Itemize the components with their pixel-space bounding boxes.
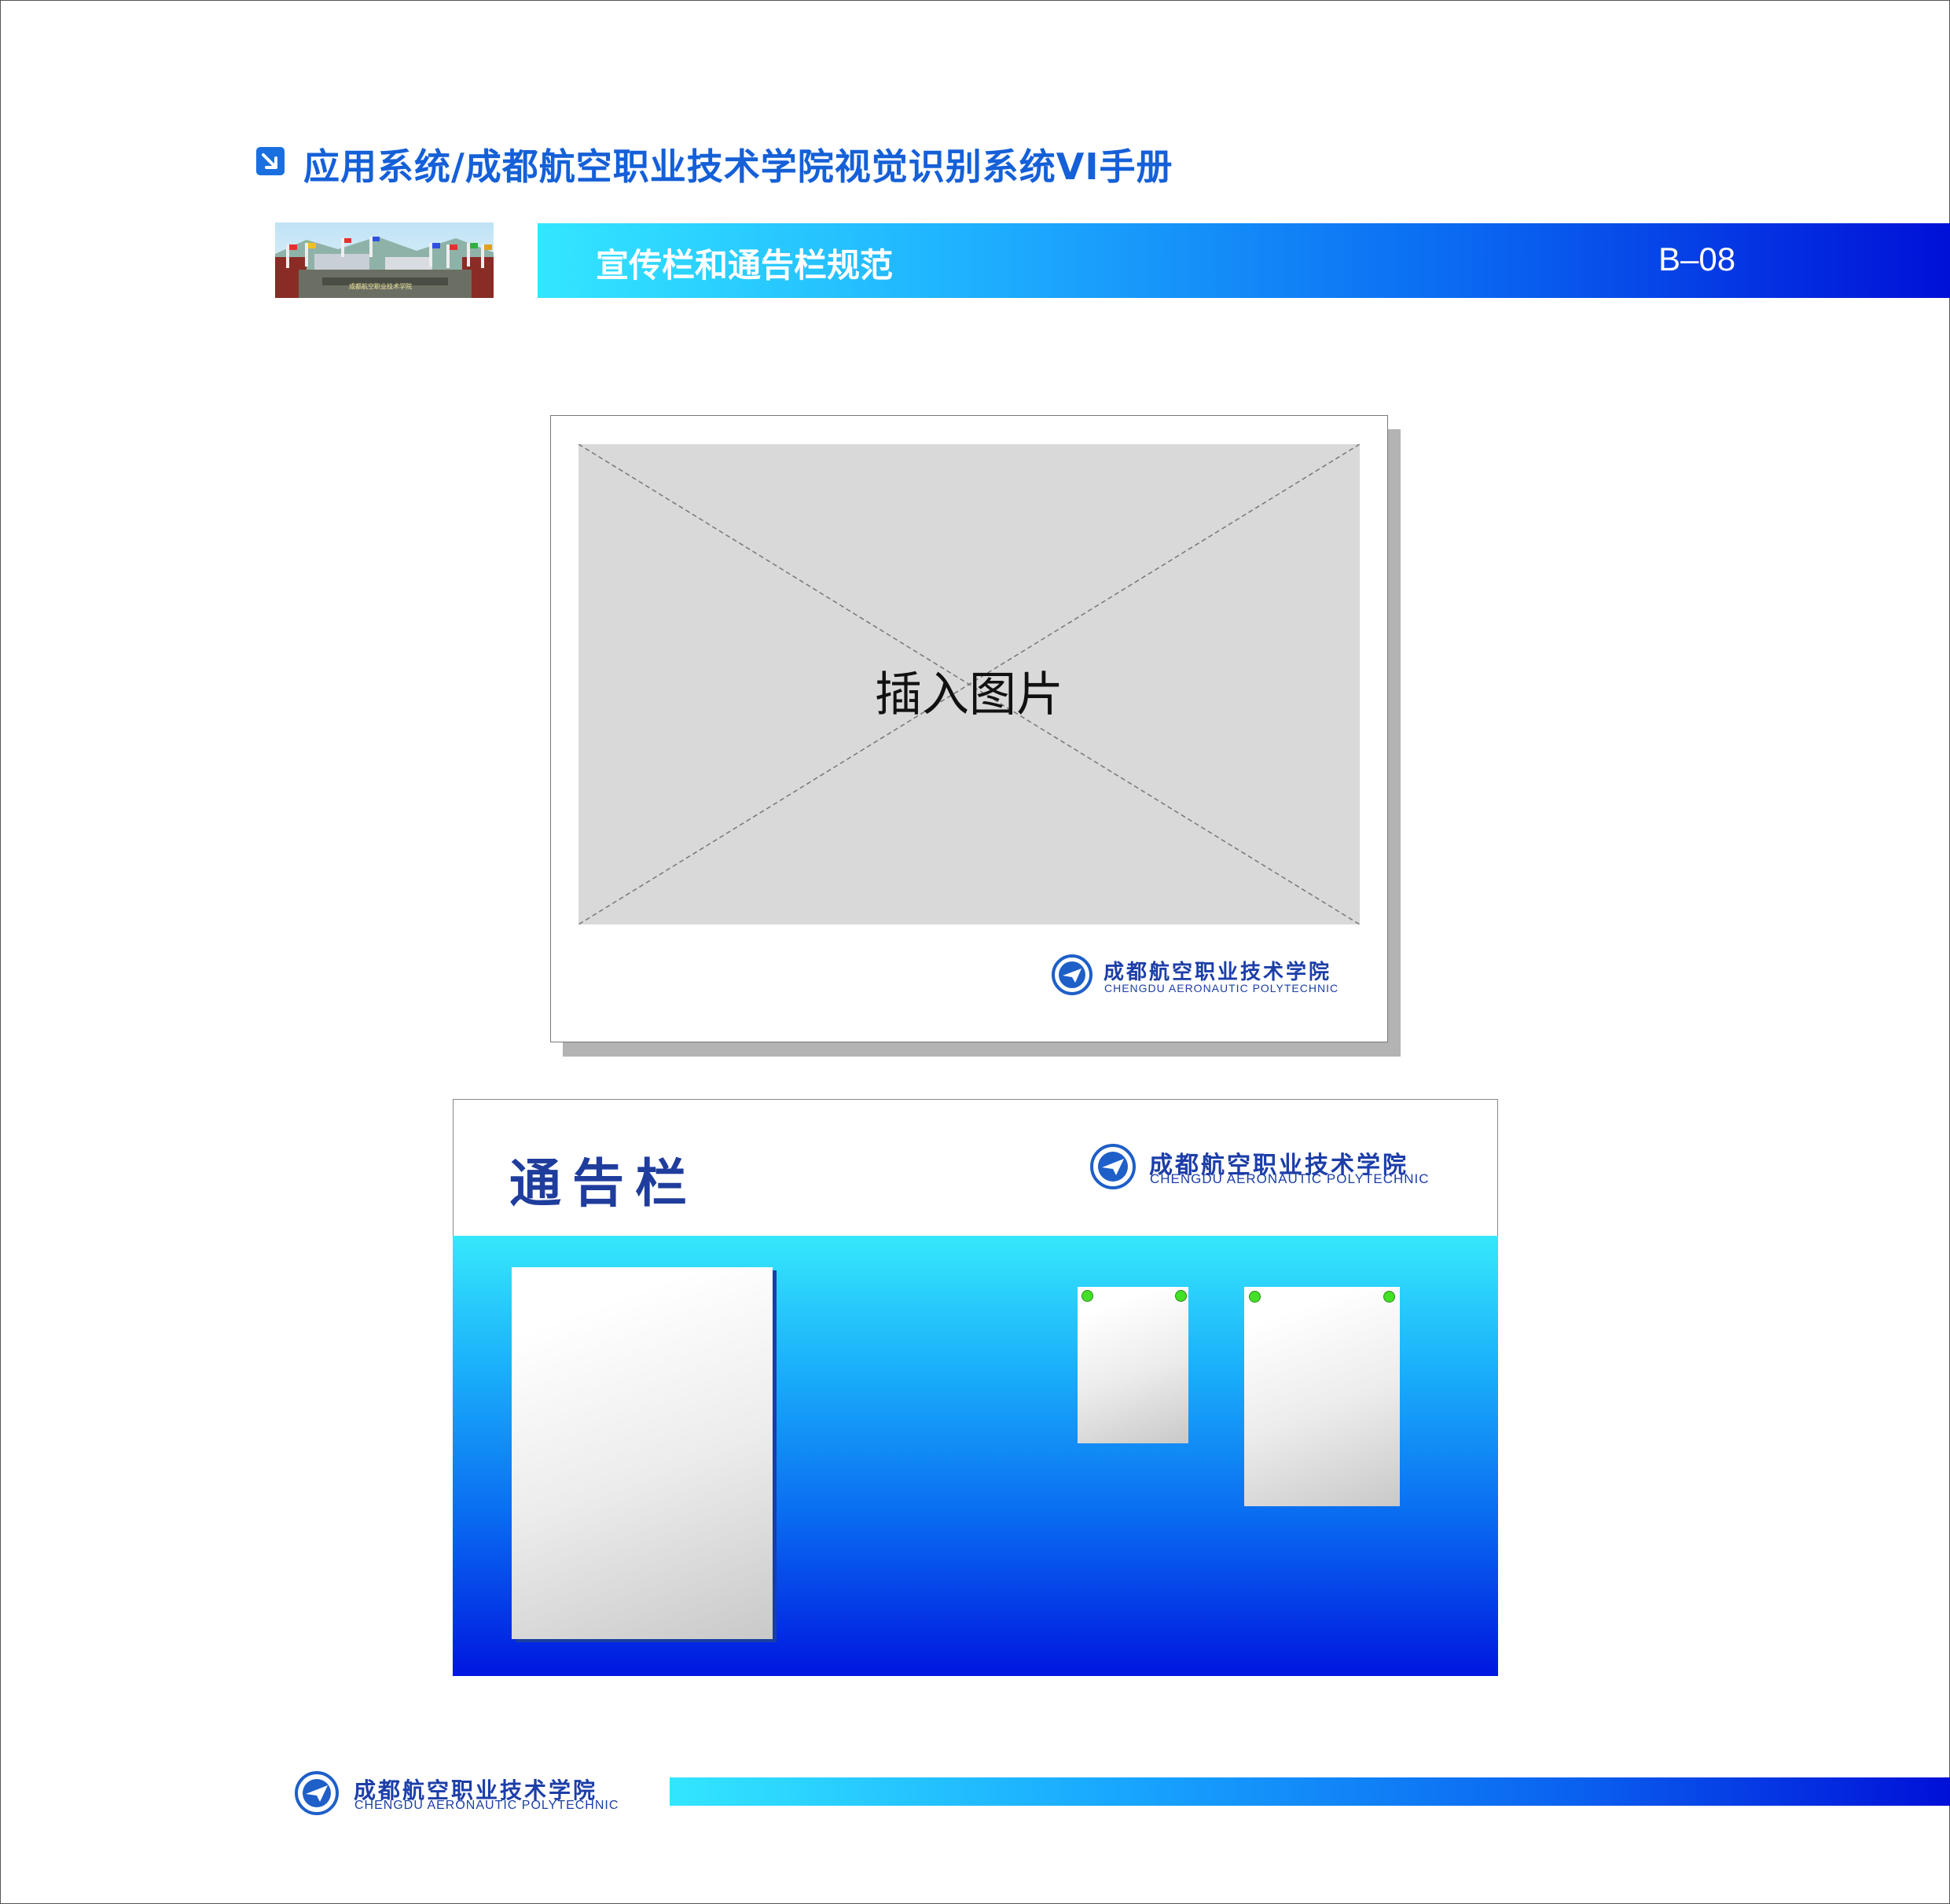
- pin-icon: [1249, 1291, 1261, 1303]
- pin-icon: [1383, 1291, 1395, 1303]
- image-placeholder: 插入图片: [578, 444, 1360, 924]
- arrow-square-icon: [256, 147, 285, 175]
- placeholder-text: 插入图片: [875, 667, 1063, 722]
- pin-icon: [1081, 1290, 1093, 1302]
- medium-notice: [1244, 1287, 1400, 1506]
- photo-caption: 成都航空职业技术学院: [349, 283, 412, 290]
- section-title: 宣传栏和通告栏规范: [596, 246, 894, 285]
- notice-logo-en: CHENGDU AERONAUTIC POLYTECHNIC: [1150, 1171, 1430, 1186]
- college-emblem-icon: [294, 1770, 339, 1815]
- pin-icon: [1175, 1290, 1187, 1302]
- large-poster: [512, 1267, 773, 1639]
- promo-logo-cn: 成都航空职业技术学院: [1104, 961, 1332, 984]
- notice-title: 通告栏: [509, 1153, 698, 1214]
- campus-photo: 成都航空职业技术学院: [275, 222, 494, 298]
- footer-band: [670, 1777, 1950, 1806]
- footer-logo-en: CHENGDU AERONAUTIC POLYTECHNIC: [354, 1799, 619, 1812]
- section-code: B–08: [1658, 241, 1736, 278]
- small-notice: [1078, 1287, 1188, 1443]
- manual-title: 应用系统/成都航空职业技术学院视觉识别系统VI手册: [303, 145, 1173, 188]
- promo-logo-en: CHENGDU AERONAUTIC POLYTECHNIC: [1104, 982, 1339, 994]
- college-emblem-icon: [1052, 954, 1093, 995]
- college-emblem-icon: [1089, 1143, 1136, 1189]
